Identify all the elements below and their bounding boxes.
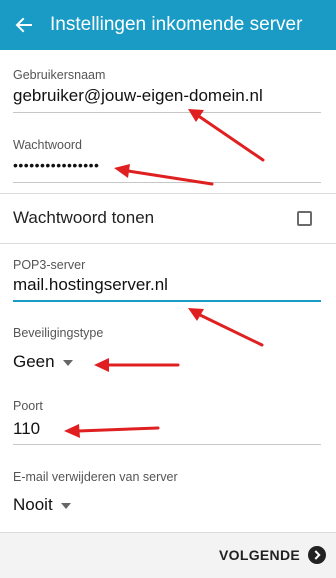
- next-button-label: VOLGENDE: [219, 547, 300, 563]
- arrow-annotation: [188, 308, 264, 347]
- port-field-group: Poort 110: [13, 393, 321, 445]
- footer-bar: VOLGENDE: [0, 532, 336, 578]
- next-button[interactable]: VOLGENDE: [219, 542, 326, 568]
- delete-from-server-value: Nooit: [13, 495, 53, 514]
- app-bar: Instellingen inkomende server: [0, 0, 336, 50]
- divider: [0, 193, 336, 194]
- server-input[interactable]: mail.hostingserver.nl: [13, 275, 168, 295]
- username-input[interactable]: gebruiker@jouw-eigen-domein.nl: [13, 86, 263, 106]
- username-label: Gebruikersnaam: [13, 68, 106, 82]
- page-title: Instellingen inkomende server: [50, 14, 303, 35]
- delete-from-server-label: E-mail verwijderen van server: [13, 470, 178, 484]
- divider: [0, 243, 336, 244]
- arrow-annotation: [94, 358, 180, 372]
- chevron-right-circle-icon: [308, 546, 326, 564]
- port-underline: [13, 444, 321, 445]
- server-field-group: POP3-server mail.hostingserver.nl: [13, 252, 321, 304]
- show-password-label[interactable]: Wachtwoord tonen: [13, 208, 154, 228]
- back-arrow-icon: [15, 17, 32, 33]
- security-label: Beveiligingstype: [13, 326, 104, 340]
- dropdown-caret-icon: [60, 503, 71, 509]
- delete-from-server-select[interactable]: Nooit: [13, 495, 71, 515]
- show-password-checkbox[interactable]: [297, 211, 312, 226]
- port-label: Poort: [13, 399, 43, 413]
- username-field-group: Gebruikersnaam gebruiker@jouw-eigen-dome…: [13, 62, 321, 114]
- server-label: POP3-server: [13, 258, 86, 272]
- username-underline: [13, 112, 321, 113]
- password-label: Wachtwoord: [13, 138, 83, 152]
- back-button[interactable]: [10, 11, 38, 39]
- password-underline: [13, 182, 321, 183]
- security-select[interactable]: Geen: [13, 352, 73, 372]
- dropdown-caret-icon: [62, 360, 73, 366]
- password-input[interactable]: ••••••••••••••••: [13, 157, 99, 173]
- password-field-group: Wachtwoord ••••••••••••••••: [13, 132, 321, 184]
- security-value: Geen: [13, 352, 55, 371]
- server-underline-focused: [13, 300, 321, 302]
- port-input[interactable]: 110: [13, 419, 40, 439]
